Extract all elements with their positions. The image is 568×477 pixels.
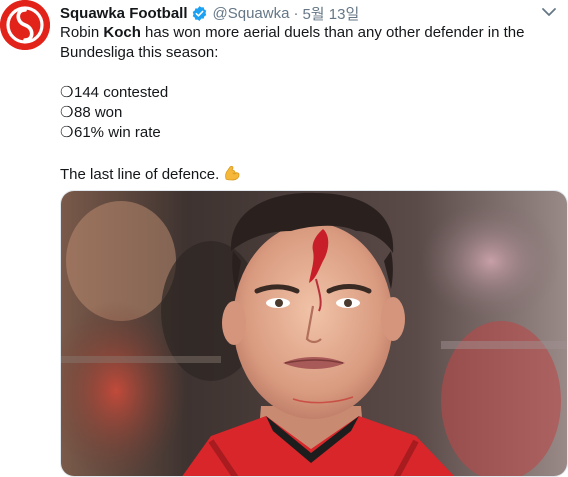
bullet-circle-icon: ❍: [60, 84, 74, 101]
player-photo: [61, 191, 567, 476]
tweet-line-1: Robin Koch has won more aerial duels tha…: [60, 23, 558, 43]
tweet-timestamp[interactable]: 5월 13일: [302, 3, 359, 24]
bullet-circle-icon: ❍: [60, 124, 74, 141]
chevron-down-icon[interactable]: [540, 5, 558, 19]
squawka-logo-icon: [0, 0, 50, 50]
separator-dot: ·: [293, 4, 299, 22]
tweet-media-photo[interactable]: [60, 190, 568, 477]
tweet-text: Robin Koch has won more aerial duels tha…: [60, 23, 558, 185]
stat-item: ❍61% win rate: [60, 123, 558, 143]
tweet-header: Squawka Football @Squawka · 5월 13일: [60, 3, 528, 23]
display-name[interactable]: Squawka Football: [60, 5, 188, 22]
text-segment: Robin: [60, 24, 104, 41]
verified-badge-icon: [191, 5, 208, 22]
stat-text: 144 contested: [74, 84, 169, 101]
tweet-card[interactable]: Squawka Football @Squawka · 5월 13일 Robin…: [0, 0, 568, 477]
stat-item: ❍144 contested: [60, 83, 558, 103]
stat-text: 88 won: [74, 104, 123, 121]
closing-text: The last line of defence.: [60, 166, 220, 183]
profile-avatar[interactable]: [0, 0, 50, 50]
bold-player-name: Koch: [103, 24, 141, 41]
tweet-closing-line: The last line of defence.: [60, 163, 558, 185]
stat-text: 61% win rate: [74, 124, 161, 141]
flexed-biceps-emoji-icon: [222, 163, 242, 183]
text-segment: has won more aerial duels than any other…: [140, 24, 525, 41]
tweet-line-2: Bundesliga this season:: [60, 44, 219, 61]
user-handle[interactable]: @Squawka: [213, 5, 290, 22]
bullet-circle-icon: ❍: [60, 104, 74, 121]
stat-item: ❍88 won: [60, 103, 558, 123]
